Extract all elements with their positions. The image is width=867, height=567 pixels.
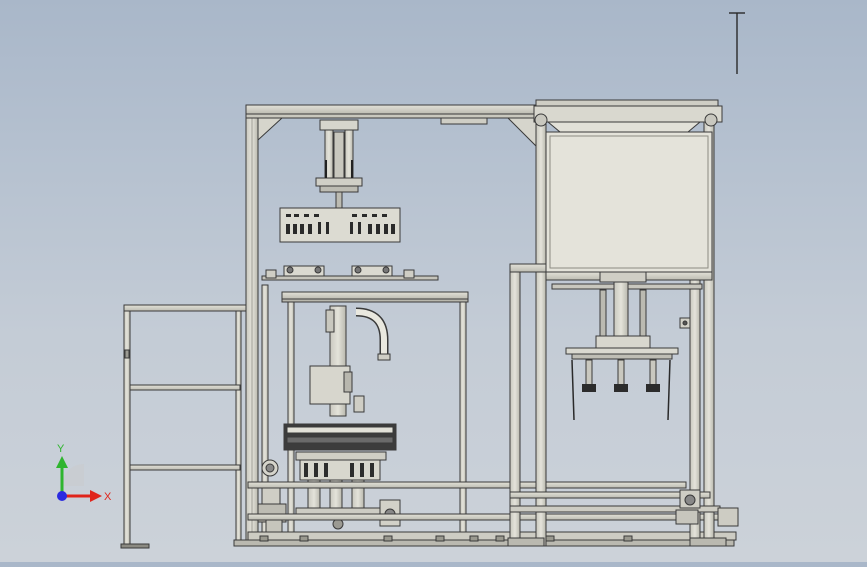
gripper-assembly bbox=[565, 271, 691, 421]
perforated-plate bbox=[279, 207, 401, 243]
machine-model[interactable] bbox=[0, 0, 867, 562]
cad-graphics-viewport[interactable]: Y X bbox=[0, 0, 867, 562]
platform-assembly bbox=[283, 423, 397, 530]
safety-railing bbox=[120, 304, 255, 549]
dimension-marker bbox=[729, 12, 745, 74]
clamp-row bbox=[261, 265, 439, 281]
coordinate-triad: Y X bbox=[56, 443, 112, 503]
vertical-lift-assembly bbox=[315, 119, 363, 211]
left-main-frame bbox=[245, 104, 539, 547]
z-axis-dot bbox=[57, 491, 67, 501]
y-axis-label: Y bbox=[57, 443, 65, 455]
central-column bbox=[309, 305, 391, 417]
x-axis-label: X bbox=[104, 491, 112, 503]
